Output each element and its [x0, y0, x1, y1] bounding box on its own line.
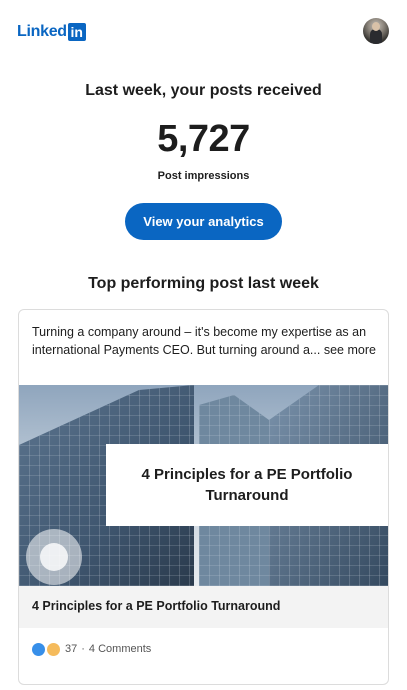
summary-headline: Last week, your posts received [85, 82, 322, 99]
reactions-row[interactable]: 37 · 4 Comments [32, 641, 151, 657]
comments-count[interactable]: 4 Comments [89, 643, 151, 655]
top-post-title: Top performing post last week [88, 275, 319, 292]
reaction-count[interactable]: 37 [65, 643, 77, 655]
image-overlay-box: 4 Principles for a PE Portfolio Turnarou… [106, 444, 388, 526]
logo-word: Linked [17, 23, 67, 40]
article-title[interactable]: 4 Principles for a PE Portfolio Turnarou… [32, 599, 280, 613]
avatar-body [370, 29, 382, 44]
like-reaction-icon [32, 642, 45, 656]
post-image[interactable]: 4 Principles for a PE Portfolio Turnarou… [19, 385, 388, 586]
view-analytics-button[interactable]: View your analytics [125, 203, 282, 240]
image-overlay-title: 4 Principles for a PE Portfolio Turnarou… [141, 466, 353, 504]
article-bar[interactable]: 4 Principles for a PE Portfolio Turnarou… [19, 586, 388, 628]
impressions-label: Post impressions [157, 170, 250, 182]
logo-box: in [67, 23, 86, 41]
linkedin-logo-icon[interactable]: Linked in [17, 22, 86, 42]
separator: · [81, 643, 85, 655]
post-text[interactable]: Turning a company around – it's become m… [32, 323, 377, 359]
avatar[interactable] [363, 18, 389, 44]
header: Linked in [0, 0, 407, 64]
impressions-count: 5,727 [157, 118, 250, 160]
insightful-reaction-icon [47, 642, 60, 656]
avatar-head [372, 22, 380, 31]
top-post-card[interactable]: Turning a company around – it's become m… [18, 309, 389, 685]
